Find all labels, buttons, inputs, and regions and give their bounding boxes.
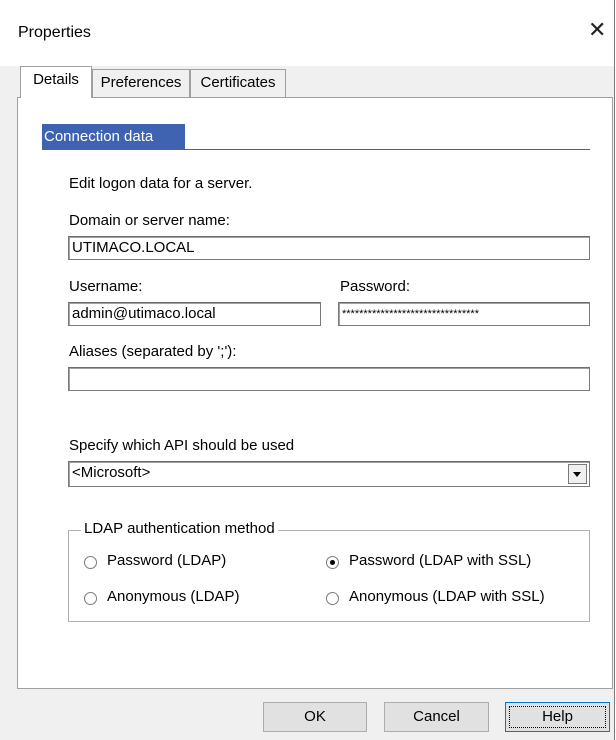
radio-password-ldap-label[interactable]: Password (LDAP) [107, 552, 226, 569]
radio-selected-dot [330, 560, 335, 565]
section-header: Connection data [42, 124, 185, 150]
tab-label: Preferences [100, 74, 182, 91]
username-label: Username: [69, 278, 143, 295]
properties-dialog: Properties ✕ Preferences Certificates De… [0, 0, 615, 740]
section-description: Edit logon data for a server. [69, 175, 253, 192]
tab-preferences[interactable]: Preferences [92, 69, 190, 97]
domain-label: Domain or server name: [69, 212, 230, 229]
api-select[interactable]: <Microsoft> [68, 461, 590, 487]
cancel-button[interactable]: Cancel [384, 702, 489, 732]
close-icon[interactable]: ✕ [588, 16, 606, 44]
radio-password-ldap-ssl-label[interactable]: Password (LDAP with SSL) [349, 552, 531, 569]
ldap-group [68, 530, 590, 622]
password-field[interactable]: ******************************** [338, 302, 590, 326]
radio-anonymous-ldap[interactable] [84, 592, 97, 605]
section-divider [42, 149, 590, 150]
tab-label: Certificates [200, 74, 276, 91]
chevron-down-icon[interactable] [568, 464, 587, 484]
radio-anonymous-ldap-ssl[interactable] [326, 592, 339, 605]
aliases-field[interactable] [68, 367, 590, 391]
domain-field[interactable]: UTIMACO.LOCAL [68, 236, 590, 260]
ldap-group-title: LDAP authentication method [81, 520, 278, 537]
help-button[interactable]: Help [505, 702, 610, 732]
tab-details[interactable]: Details [20, 66, 92, 98]
radio-anonymous-ldap-label[interactable]: Anonymous (LDAP) [107, 588, 240, 605]
window-title: Properties [18, 24, 91, 41]
aliases-label: Aliases (separated by ';'): [69, 343, 237, 360]
radio-anonymous-ldap-ssl-label[interactable]: Anonymous (LDAP with SSL) [349, 588, 545, 605]
radio-password-ldap[interactable] [84, 556, 97, 569]
password-label: Password: [340, 278, 411, 295]
username-field[interactable]: admin@utimaco.local [68, 302, 321, 326]
tab-label: Details [33, 71, 79, 88]
radio-password-ldap-ssl[interactable] [326, 556, 339, 569]
api-label: Specify which API should be used [69, 437, 295, 454]
title-bar: Properties ✕ [0, 0, 614, 66]
api-selected-value: <Microsoft> [72, 464, 151, 481]
tab-certificates[interactable]: Certificates [190, 69, 286, 97]
ok-button[interactable]: OK [263, 702, 367, 732]
help-button-label: Help [542, 708, 573, 725]
